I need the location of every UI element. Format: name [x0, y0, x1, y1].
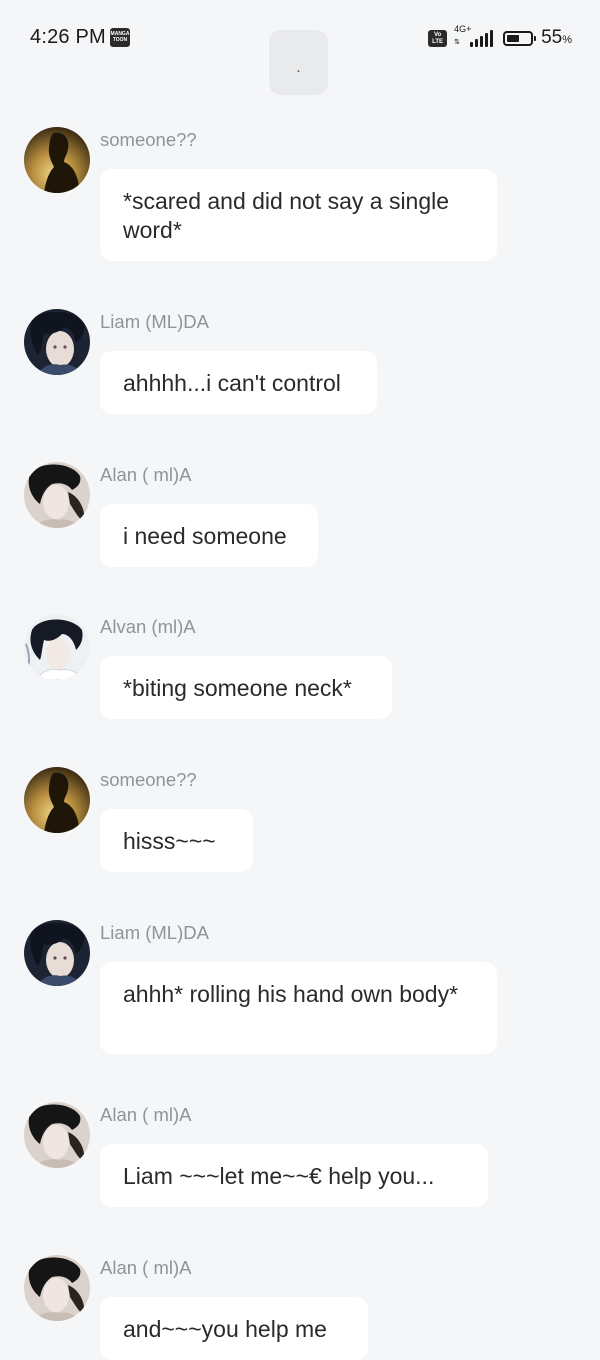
data-arrows-icon: ⇅ — [454, 39, 460, 46]
sender-name: someone?? — [100, 769, 197, 790]
status-indicators: Vo LTE 4G+ ⇅ 55% — [428, 24, 572, 50]
avatar[interactable] — [24, 462, 90, 528]
signal-strength-icon: 4G+ ⇅ — [453, 24, 494, 49]
message-bubble[interactable]: ahhhh...i can't control — [100, 351, 377, 414]
sender-name: someone?? — [100, 129, 197, 150]
battery-percent-unit: % — [562, 34, 572, 46]
message-bubble[interactable]: i need someone — [100, 504, 318, 567]
message-bubble[interactable]: and~~~you help me — [100, 1297, 368, 1360]
message-bubble[interactable]: *biting someone neck* — [100, 656, 392, 719]
top-menu-button[interactable]: . — [269, 30, 328, 95]
status-time: 4:26 PM — [30, 26, 106, 48]
sender-name: Liam (ML)DA — [100, 311, 209, 332]
volte-icon: Vo LTE — [428, 29, 448, 47]
sender-name: Alan ( ml)A — [100, 1257, 192, 1278]
sender-name: Alan ( ml)A — [100, 1104, 192, 1125]
message-bubble[interactable]: ahhh* rolling his hand own body* — [100, 962, 497, 1054]
battery-percent: 55% — [541, 27, 572, 49]
sender-name: Alvan (ml)A — [100, 616, 196, 637]
avatar[interactable] — [24, 1102, 90, 1168]
network-type-label: 4G+ — [454, 24, 472, 34]
message-bubble[interactable]: *scared and did not say a single word* — [100, 169, 497, 261]
battery-level — [507, 34, 520, 42]
avatar[interactable] — [24, 127, 90, 193]
avatar[interactable] — [24, 767, 90, 833]
message-bubble[interactable]: hisss~~~ — [100, 809, 253, 872]
avatar[interactable] — [24, 614, 90, 680]
sender-name: Liam (ML)DA — [100, 922, 209, 943]
signal-bars — [470, 30, 494, 47]
avatar[interactable] — [24, 1255, 90, 1321]
avatar[interactable] — [24, 309, 90, 375]
mangatoon-notification-icon: MANGA TOON — [110, 28, 130, 47]
sender-name: Alan ( ml)A — [100, 464, 192, 485]
battery-icon — [503, 30, 537, 46]
avatar[interactable] — [24, 920, 90, 986]
message-bubble[interactable]: Liam ~~~let me~~€ help you... — [100, 1144, 488, 1207]
battery-percent-value: 55 — [541, 27, 563, 48]
